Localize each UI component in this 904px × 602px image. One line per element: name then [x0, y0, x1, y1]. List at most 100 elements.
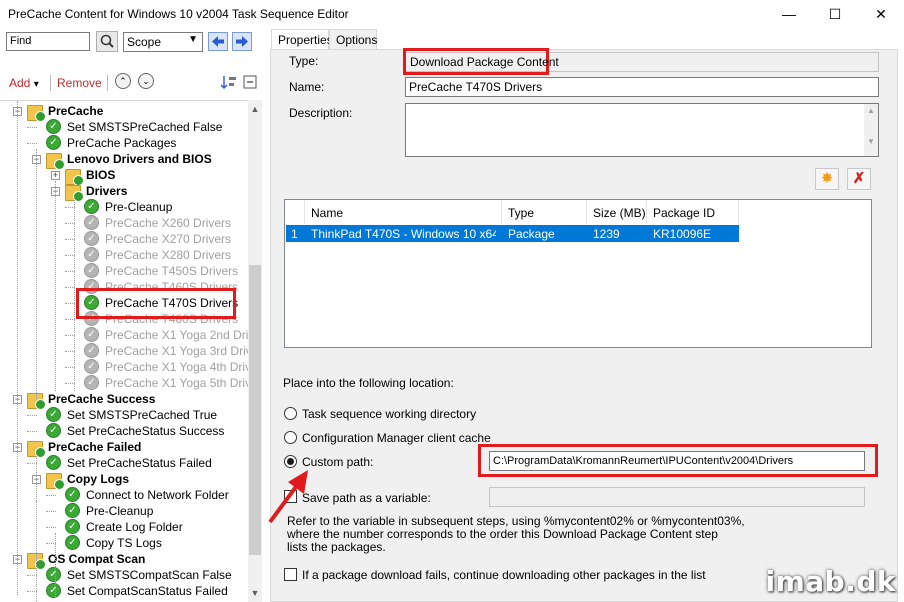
description-field[interactable]: ▲ ▼	[405, 103, 879, 157]
tree-item-label: PreCache X270 Drivers	[105, 232, 232, 246]
tree-item-label: Lenovo Drivers and BIOS	[67, 152, 212, 166]
tree-guide-line	[17, 101, 18, 595]
tree-step[interactable]: ✓ Pre-Cleanup	[0, 199, 250, 215]
scope-value: Scope	[127, 35, 162, 49]
tree-step[interactable]: ✓ PreCache X1 Yoga 5th Driver	[0, 375, 262, 391]
tree-group[interactable]: − PreCache Success	[0, 391, 250, 410]
scroll-down-icon[interactable]: ▼	[248, 586, 262, 600]
location-heading: Place into the following location:	[283, 376, 454, 390]
task-sequence-tree: − PreCache ✓ Set SMSTSPreCached False ✓ PreCa…	[0, 100, 262, 602]
tree-step[interactable]: ✓ PreCache X1 Yoga 2nd Driver	[0, 327, 262, 343]
disabled-step-icon: ✓	[84, 343, 99, 358]
tree-group[interactable]: − PreCache	[0, 103, 250, 122]
expand-icon[interactable]: +	[51, 171, 60, 180]
tree-guide-line	[36, 565, 37, 602]
row-size: 1239	[593, 227, 620, 241]
find-input[interactable]: Find	[6, 32, 90, 51]
description-scrollbar[interactable]: ▲ ▼	[864, 104, 878, 156]
maximize-button[interactable]: ☐	[812, 0, 858, 28]
tree-step[interactable]: ✓ Set SMSTSCompatScan False	[0, 567, 250, 583]
tab-options[interactable]: Options	[329, 29, 377, 50]
tree-step[interactable]: ✓ PreCache X1 Yoga 3rd Driver	[0, 343, 262, 359]
tree-step[interactable]: ✓ Set CompatScanStatus Failed	[0, 583, 250, 599]
add-menu-button[interactable]: Add ▾	[9, 76, 39, 90]
tree-step[interactable]: ✓ Pre-Cleanup	[0, 503, 250, 519]
remove-package-icon[interactable]: ✗	[847, 168, 871, 190]
find-previous-button[interactable]	[208, 32, 228, 51]
scope-select[interactable]: Scope ▼	[123, 32, 203, 52]
table-row[interactable]: 1 ThinkPad T470S - Windows 10 x64 ... Pa…	[286, 225, 739, 242]
tree-item-label: Set CompatScanStatus Failed	[67, 584, 228, 598]
tree-connector	[46, 511, 56, 512]
tree-step[interactable]: ✓ PreCache T450S Drivers	[0, 263, 250, 279]
tree-step[interactable]: ✓ Copy TS Logs	[0, 535, 250, 551]
tree-item-label: PreCache	[48, 104, 104, 118]
collapse-icon[interactable]	[242, 74, 260, 90]
continue-on-failure-label[interactable]: If a package download fails, continue do…	[302, 568, 706, 582]
tree-guide-line	[74, 197, 75, 391]
step-ok-icon: ✓	[46, 455, 61, 470]
step-ok-icon: ✓	[84, 199, 99, 214]
row-type: Package	[508, 227, 555, 241]
column-header-name[interactable]: Name	[305, 200, 502, 224]
chevron-down-icon: ▼	[188, 34, 198, 45]
column-header-type[interactable]: Type	[502, 200, 587, 224]
close-button[interactable]: ✕	[858, 0, 904, 28]
working-directory-label[interactable]: Task sequence working directory	[302, 407, 476, 421]
tree-selection-highlight	[76, 288, 236, 319]
tree-step[interactable]: ✓ Create Log Folder	[0, 519, 250, 535]
tree-item-label: PreCache X1 Yoga 5th Driver	[105, 376, 262, 390]
column-header-package-id[interactable]: Package ID	[647, 200, 739, 224]
tree-group[interactable]: − PreCache Failed	[0, 439, 250, 458]
tree-scrollbar[interactable]: ▲ ▼	[248, 100, 262, 602]
find-next-button[interactable]	[232, 32, 252, 51]
tree-item-label: PreCache X1 Yoga 2nd Driver	[105, 328, 262, 342]
scroll-up-icon[interactable]: ▲	[248, 102, 262, 116]
tree-step[interactable]: ✓ PreCache Packages	[0, 135, 250, 151]
step-ok-icon: ✓	[46, 423, 61, 438]
remove-button[interactable]: Remove	[57, 76, 102, 90]
scroll-thumb[interactable]	[249, 265, 261, 555]
row-name: ThinkPad T470S - Windows 10 x64 ...	[311, 227, 496, 241]
tree-step[interactable]: ✓ Set PreCacheStatus Success	[0, 423, 250, 439]
tree-connector	[46, 527, 56, 528]
magnifier-icon	[100, 34, 114, 48]
tree-step[interactable]: ✓ PreCache X1 Yoga 4th Driver	[0, 359, 262, 375]
tree-group[interactable]: − Copy Logs	[0, 471, 250, 490]
row-package-id: KR10096E	[653, 227, 712, 241]
tree-step[interactable]: ✓ PreCache X260 Drivers	[0, 215, 250, 231]
tree-step[interactable]: ✓ Set SMSTSPreCached False	[0, 119, 250, 135]
client-cache-label[interactable]: Configuration Manager client cache	[302, 431, 491, 445]
continue-on-failure-checkbox[interactable]	[284, 568, 297, 581]
search-button[interactable]	[96, 31, 118, 52]
move-down-icon[interactable]: ⌄	[138, 73, 154, 89]
client-cache-radio[interactable]	[284, 431, 297, 444]
move-up-icon[interactable]: ⌃	[115, 73, 131, 89]
package-list: Name Type Size (MB) Package ID 1 ThinkPa…	[284, 199, 872, 348]
tree-connector	[27, 415, 37, 416]
tree-step[interactable]: ✓ Set PreCacheStatus Failed	[0, 455, 250, 471]
tree-group[interactable]: − Drivers	[0, 183, 250, 202]
add-package-icon[interactable]: ✸	[815, 168, 839, 190]
sort-icon[interactable]	[220, 74, 238, 90]
tree-item-label: PreCache X1 Yoga 4th Driver	[105, 360, 262, 374]
disabled-step-icon: ✓	[84, 359, 99, 374]
tree-guide-line	[36, 149, 37, 399]
description-label: Description:	[289, 106, 353, 120]
tree-step[interactable]: ✓ PreCache X280 Drivers	[0, 247, 250, 263]
tree-group[interactable]: − Lenovo Drivers and BIOS	[0, 151, 250, 170]
tree-step[interactable]: ✓ Connect to Network Folder	[0, 487, 250, 503]
tree-step[interactable]: ✓ PreCache X270 Drivers	[0, 231, 250, 247]
minimize-button[interactable]: —	[766, 0, 812, 28]
tree-step[interactable]: ✓ Set SMSTSPreCached True	[0, 407, 250, 423]
tree-group[interactable]: + BIOS	[0, 167, 250, 186]
tab-properties[interactable]: Properties	[271, 29, 333, 50]
name-field[interactable]: PreCache T470S Drivers	[405, 77, 879, 97]
tree-item-label: Copy Logs	[67, 472, 129, 486]
variable-name-input	[489, 487, 865, 507]
tree-item-label: Drivers	[86, 184, 128, 198]
working-directory-radio[interactable]	[284, 407, 297, 420]
column-header-size[interactable]: Size (MB)	[587, 200, 647, 224]
tree-group[interactable]: − OS Compat Scan	[0, 551, 250, 570]
tree-item-label: Set SMSTSCompatScan False	[67, 568, 232, 582]
